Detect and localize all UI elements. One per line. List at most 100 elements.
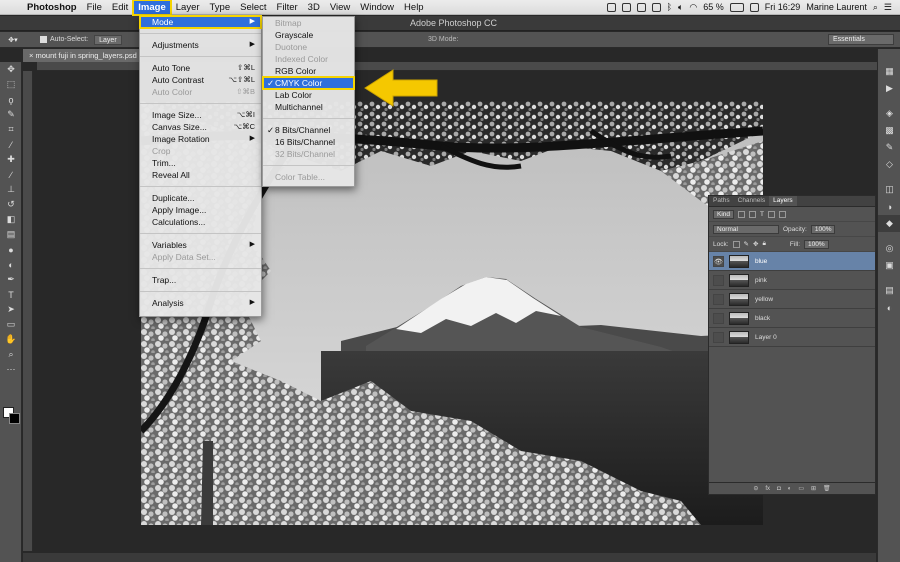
menu-item-16-bits[interactable]: 16 Bits/Channel (263, 136, 354, 148)
quick-select-tool-icon[interactable]: ✎ (0, 107, 22, 122)
eraser-tool-icon[interactable]: ◧ (0, 212, 22, 227)
menu-item-grayscale[interactable]: Grayscale (263, 29, 354, 41)
tab-layers[interactable]: Layers (769, 196, 797, 206)
lasso-tool-icon[interactable]: ϙ (0, 92, 22, 107)
layer-mask-icon[interactable]: ◘ (777, 483, 781, 494)
layer-row[interactable]: Layer 0 (709, 328, 875, 347)
visibility-toggle[interactable] (713, 293, 724, 305)
menu-item-multichannel[interactable]: Multichannel (263, 101, 354, 113)
clock[interactable]: Fri 16:29 (765, 2, 801, 12)
menu-item-trim[interactable]: Trim... (140, 157, 261, 169)
menu-window[interactable]: Window (355, 0, 399, 15)
display-icon[interactable] (621, 2, 631, 12)
user-name[interactable]: Marine Laurent (806, 2, 867, 12)
auto-select-dropdown[interactable]: Layer (94, 34, 122, 45)
menu-help[interactable]: Help (399, 0, 429, 15)
lock-transparent-icon[interactable] (732, 240, 740, 248)
workspace-dropdown[interactable]: Essentials (828, 34, 894, 45)
layer-filter-dropdown[interactable]: Kind (713, 209, 735, 219)
type-tool-icon[interactable]: T (0, 287, 22, 302)
fill-field[interactable]: 100% (804, 239, 829, 249)
swatches-panel-icon[interactable]: ▩ (878, 122, 900, 139)
layers-panel-icon[interactable]: ◆ (878, 215, 900, 232)
more-tools-icon[interactable]: ⋯ (0, 362, 22, 377)
marquee-tool-icon[interactable]: ⬚ (0, 77, 22, 92)
menu-image[interactable]: Image (132, 0, 172, 16)
ruler-vertical[interactable] (23, 71, 33, 551)
menu-file[interactable]: File (82, 0, 107, 15)
layer-style-icon[interactable]: fx (765, 483, 770, 494)
layer-row[interactable]: 👁︎ blue (709, 252, 875, 271)
menu-item-analysis[interactable]: Analysis ▶ (140, 297, 261, 309)
document-tab[interactable]: × mount fuji in spring_layers.psd (23, 49, 141, 62)
tab-channels[interactable]: Channels (734, 196, 769, 206)
visibility-eye-icon[interactable]: 👁︎ (713, 255, 724, 267)
adjustments-panel-icon[interactable]: ◑ (878, 198, 900, 215)
auto-select-checkbox[interactable] (40, 36, 47, 43)
menu-item-variables[interactable]: Variables ▶ (140, 239, 261, 251)
dropbox-icon[interactable] (606, 2, 616, 12)
paths-panel-icon[interactable]: ▣ (878, 257, 900, 274)
layer-row[interactable]: yellow (709, 290, 875, 309)
filter-adjustment-icon[interactable] (749, 210, 757, 218)
bluetooth-icon[interactable]: ᛒ (667, 2, 672, 12)
info-panel-icon[interactable]: ◐ (878, 299, 900, 316)
gradient-tool-icon[interactable]: ▤ (0, 227, 22, 242)
menu-item-cmyk-color[interactable]: ✓ CMYK Color (262, 76, 355, 90)
actions-panel-icon[interactable]: ▶ (878, 80, 900, 97)
menu-item-reveal-all[interactable]: Reveal All (140, 169, 261, 181)
visibility-toggle[interactable] (713, 331, 724, 343)
menu-item-duplicate[interactable]: Duplicate... (140, 192, 261, 204)
filter-pixel-icon[interactable] (738, 210, 746, 218)
brush-tool-icon[interactable]: ∕ (0, 167, 22, 182)
shape-tool-icon[interactable]: ▭ (0, 317, 22, 332)
wifi-icon[interactable]: ◠ (689, 2, 697, 13)
menu-select[interactable]: Select (235, 0, 271, 15)
new-group-icon[interactable]: ▭ (798, 483, 804, 494)
document-tab-close-icon[interactable]: × (29, 51, 33, 60)
menu-item-image-rotation[interactable]: Image Rotation ▶ (140, 133, 261, 145)
menu-item-mode[interactable]: Mode ▶ (139, 15, 262, 29)
healing-tool-icon[interactable]: ✚ (0, 152, 22, 167)
stamp-tool-icon[interactable]: ⊥ (0, 182, 22, 197)
delete-layer-icon[interactable]: 🗑︎ (823, 483, 831, 494)
move-tool-icon[interactable]: ✥▾ (0, 36, 26, 44)
pen-tool-icon[interactable]: ✒ (0, 272, 22, 287)
menu-edit[interactable]: Edit (107, 0, 133, 15)
lock-all-icon[interactable]: 🔒︎ (762, 240, 765, 248)
filter-type-icon[interactable]: T (760, 211, 764, 218)
menu-view[interactable]: View (325, 0, 355, 15)
evernote-icon[interactable] (636, 2, 646, 12)
blend-mode-dropdown[interactable]: Normal (713, 224, 779, 234)
notes-icon[interactable] (651, 2, 661, 12)
background-color-swatch[interactable] (9, 413, 20, 424)
adjustment-layer-icon[interactable]: ◐ (788, 483, 792, 494)
history-brush-icon[interactable]: ↺ (0, 197, 22, 212)
blur-tool-icon[interactable]: ● (0, 242, 22, 257)
crop-tool-icon[interactable]: ⌗ (0, 122, 22, 137)
channels-panel-icon[interactable]: ◎ (878, 240, 900, 257)
menu-item-adjustments[interactable]: Adjustments ▶ (140, 39, 261, 51)
spotlight-icon[interactable]: ⌕ (873, 2, 878, 13)
flag-icon[interactable] (749, 2, 759, 12)
path-select-tool-icon[interactable]: ➤ (0, 302, 22, 317)
brush-panel-icon[interactable]: ✎ (878, 139, 900, 156)
layer-row[interactable]: pink (709, 271, 875, 290)
libraries-panel-icon[interactable]: ◫ (878, 181, 900, 198)
menu-3d[interactable]: 3D (303, 0, 325, 15)
filter-shape-icon[interactable] (768, 210, 775, 218)
menu-filter[interactable]: Filter (272, 0, 303, 15)
battery-icon[interactable] (729, 2, 744, 12)
opacity-field[interactable]: 100% (810, 224, 836, 234)
menu-item-lab-color[interactable]: Lab Color (263, 89, 354, 101)
new-layer-icon[interactable]: ⊞ (811, 483, 816, 494)
menu-item-auto-contrast[interactable]: Auto Contrast ⌥⇧⌘L (140, 74, 261, 86)
visibility-toggle[interactable] (713, 312, 724, 324)
menu-type[interactable]: Type (205, 0, 236, 15)
dodge-tool-icon[interactable]: ◐ (0, 257, 22, 272)
zoom-tool-icon[interactable]: ⌕ (0, 347, 22, 362)
menu-item-image-size[interactable]: Image Size... ⌥⌘I (140, 109, 261, 121)
volume-icon[interactable]: 🔈︎ (678, 2, 683, 13)
menu-item-trap[interactable]: Trap... (140, 274, 261, 286)
menu-item-rgb-color[interactable]: RGB Color (263, 65, 354, 77)
